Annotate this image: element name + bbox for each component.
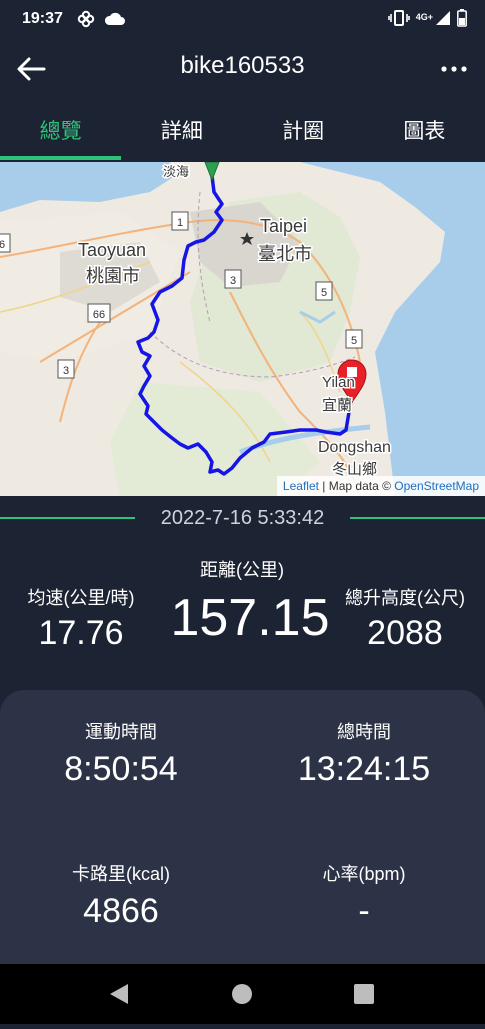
distance-value: 157.15 <box>170 589 330 647</box>
elevation-label: 總升高度(公尺) <box>345 588 465 608</box>
map-label-taipei-zh: 臺北市 <box>258 244 312 264</box>
app-bar: bike160533 <box>0 38 485 100</box>
nav-recents-icon[interactable] <box>354 984 374 1004</box>
more-options-button[interactable] <box>439 54 469 84</box>
shield-3a-label: 3 <box>230 275 236 287</box>
nav-home-icon[interactable] <box>232 984 252 1004</box>
attribution-separator: | Map data © <box>318 479 395 493</box>
map-label-taoyuan-en: Taoyuan <box>78 240 146 260</box>
signal-icon <box>435 10 451 31</box>
details-card: 運動時間 8:50:54 總時間 13:24:15 卡路里(kcal) 4866… <box>0 690 485 964</box>
pinwheel-icon <box>76 9 96 34</box>
total-time-value: 13:24:15 <box>297 750 431 788</box>
network-type: 4G+ <box>415 11 433 22</box>
calories-label: 卡路里(kcal) <box>72 864 170 884</box>
map-label-yilan-zh: 宜蘭 <box>322 397 352 414</box>
heart-rate-value: - <box>358 892 370 930</box>
status-time: 19:37 <box>22 10 63 27</box>
tab-bar: 總覽 詳細 計圈 圖表 <box>0 104 485 160</box>
page-title: bike160533 <box>180 52 305 79</box>
shield-5b-label: 5 <box>351 335 357 347</box>
shield-6-label: 6 <box>0 239 5 251</box>
tab-laps[interactable]: 計圈 <box>243 104 364 160</box>
route-map[interactable]: 1 3 3 5 5 6 66 淡海 Taipei 臺北市 Taoyuan 桃園市… <box>0 162 485 496</box>
shield-3b-label: 3 <box>63 365 69 377</box>
map-label-taipei-en: Taipei <box>260 216 307 236</box>
cloud-icon <box>104 9 126 34</box>
leaflet-link[interactable]: Leaflet <box>283 479 319 493</box>
total-time-label: 總時間 <box>337 722 391 742</box>
map-label-tamsui: 淡海 <box>163 164 189 179</box>
map-label-dongshan-en: Dongshan <box>318 439 391 456</box>
battery-icon <box>457 9 467 32</box>
osm-link[interactable]: OpenStreetMap <box>394 479 479 493</box>
activity-date-row: 2022-7-16 5:33:42 <box>0 502 485 536</box>
shield-5a-label: 5 <box>321 287 327 299</box>
shield-1-label: 1 <box>177 217 183 229</box>
map-label-taoyuan-zh: 桃園市 <box>86 266 140 286</box>
avg-speed-label: 均速(公里/時) <box>27 588 135 608</box>
tab-charts[interactable]: 圖表 <box>364 104 485 160</box>
tab-details[interactable]: 詳細 <box>121 104 242 160</box>
calories-value: 4866 <box>83 892 159 930</box>
elevation-value: 2088 <box>367 614 443 652</box>
moving-time-label: 運動時間 <box>85 722 157 742</box>
shield-66-label: 66 <box>93 309 105 321</box>
heart-rate-label: 心率(bpm) <box>322 864 406 884</box>
map-label-yilan-en: Yilan <box>322 374 355 391</box>
system-nav-bar <box>0 964 485 1024</box>
more-horizontal-icon <box>441 66 467 72</box>
divider-right <box>350 517 485 519</box>
map-attribution: Leaflet | Map data © OpenStreetMap <box>276 476 485 496</box>
avg-speed-value: 17.76 <box>38 614 124 652</box>
nav-back-icon[interactable] <box>110 984 128 1004</box>
moving-time-value: 8:50:54 <box>64 750 178 788</box>
status-bar: 19:37 4G+ <box>0 0 485 38</box>
map-canvas: 1 3 3 5 5 6 66 淡海 Taipei 臺北市 Taoyuan 桃園市… <box>0 162 485 496</box>
tab-overview[interactable]: 總覽 <box>0 104 122 160</box>
start-marker-icon <box>204 162 220 182</box>
distance-label: 距離(公里) <box>200 560 284 580</box>
vibrate-icon <box>387 9 410 32</box>
